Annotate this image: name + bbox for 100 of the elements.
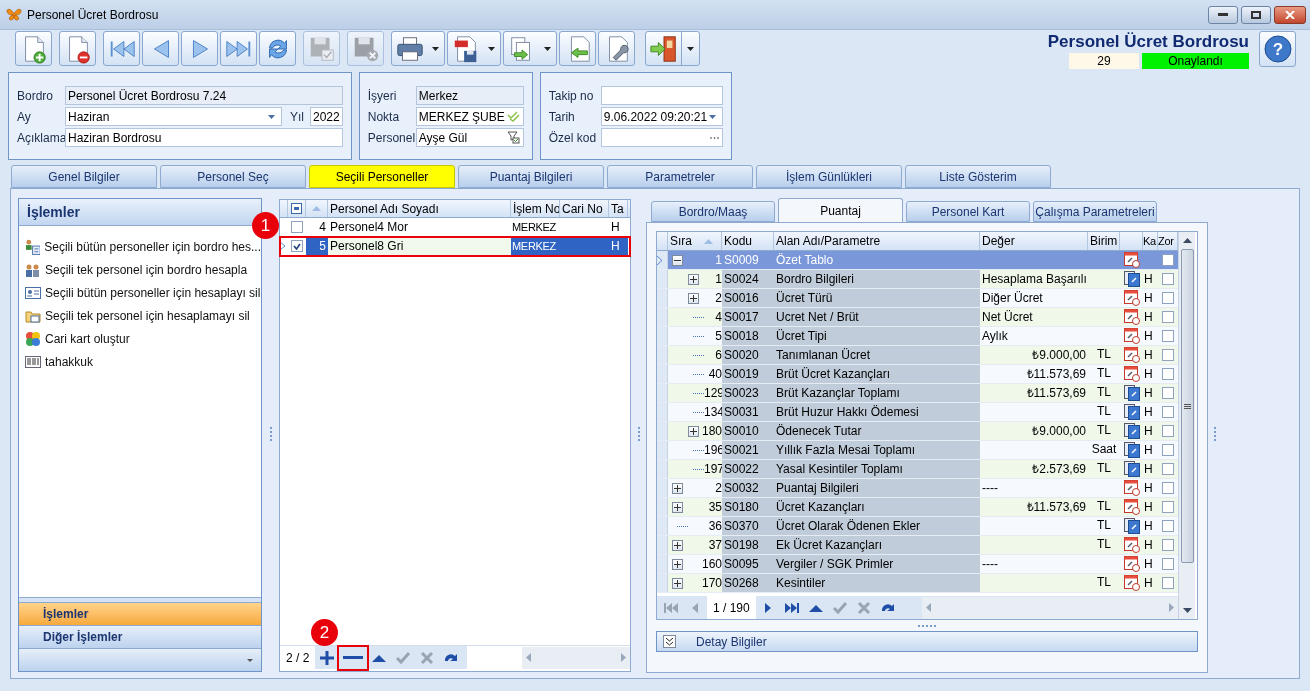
table-row[interactable]: 36 S0370 Ücret Olarak Ödenen Ekler TL H [657,517,1178,536]
expand-toggle[interactable] [688,273,699,285]
table-row[interactable]: 197 S0022 Yasal Kesintiler Toplamı ₺2.573,69 TL H [657,460,1178,479]
horizontal-scrollbar[interactable] [922,596,1178,619]
checkbox[interactable] [1162,444,1174,456]
tab[interactable]: Personel Kart [906,201,1030,222]
column-header[interactable]: Sıra [668,232,722,250]
action-item[interactable]: tahakkuk [19,350,261,373]
column-header[interactable]: Personel Adı Soyadı [328,200,511,217]
input-field[interactable] [600,128,724,147]
expand-toggle[interactable] [672,539,683,551]
action-item[interactable]: Seçili tek personel için bordro hesapla [19,258,261,281]
checkbox[interactable] [1162,520,1174,532]
table-row[interactable]: 6 S0020 Tanımlanan Ücret ₺9.000,00 TL H [657,346,1178,365]
restore-button[interactable] [1241,5,1271,24]
tab[interactable]: Genel Bilgiler [11,165,157,188]
checkbox[interactable] [291,221,303,233]
table-row[interactable]: 5 S0018 Ücret Tipi Aylık H [657,327,1178,346]
select-all-icon[interactable] [291,203,302,214]
first-button[interactable] [103,31,140,66]
pdf-button[interactable] [447,31,501,66]
overflow-button[interactable] [19,648,261,671]
close-button[interactable] [1274,5,1306,24]
tab[interactable]: Personel Seç [160,165,306,188]
collapse-toggle[interactable] [672,254,683,266]
input-field[interactable]: Ayşe Gül [415,128,524,147]
last-button[interactable] [220,31,257,66]
checkbox[interactable] [1162,482,1174,494]
checkbox[interactable] [1162,311,1174,323]
checkbox[interactable] [1162,539,1174,551]
input-field[interactable]: MERKEZ ŞUBE [415,107,524,126]
checkbox[interactable] [1162,558,1174,570]
export-button[interactable] [503,31,557,66]
checkbox[interactable] [1162,406,1174,418]
table-row[interactable]: 2 S0032 Puantaj Bilgileri ---- H [657,479,1178,498]
new-button[interactable] [15,31,52,66]
tab[interactable]: Puantaj [778,198,903,222]
action-item[interactable]: Seçili bütün personeller için hesaplayı sil [19,281,261,304]
table-row[interactable]: 160 S0095 Vergiler / SGK Primler ---- H [657,555,1178,574]
table-row[interactable]: 4 Personel4 Mor MERKEZ H [280,218,630,237]
checkbox[interactable] [1162,368,1174,380]
tab[interactable]: Bordro/Maaş [651,201,775,222]
column-header[interactable]: Birim [1088,232,1120,250]
import-button[interactable] [559,31,596,66]
table-row[interactable]: 1 S0024 Bordro Bilgileri Hesaplama Başarılı H [657,270,1178,289]
expand-toggle[interactable] [688,425,699,437]
column-header[interactable]: Değer [980,232,1088,250]
dropdown-field[interactable]: 9.06.2022 09:20:21 [600,107,724,126]
checkbox[interactable] [1162,349,1174,361]
checkbox[interactable] [1162,387,1174,399]
checkbox[interactable] [1162,330,1174,342]
remove-button[interactable] [339,646,368,669]
tab[interactable]: Puantaj Bilgileri [458,165,604,188]
print-button[interactable] [391,31,445,66]
tab[interactable]: Çalışma Parametreleri [1033,201,1157,222]
checkbox[interactable] [1162,292,1174,304]
exit-button[interactable] [645,31,700,66]
prev-button[interactable] [142,31,179,66]
checkbox[interactable] [1162,463,1174,475]
column-header[interactable]: Cari No [560,200,609,217]
action-item[interactable]: Cari kart oluştur [19,327,261,350]
table-row[interactable]: 180 S0010 Ödenecek Tutar ₺9.000,00 TL H [657,422,1178,441]
sort-arrow-icon[interactable] [312,206,321,211]
checkbox[interactable] [1162,425,1174,437]
column-header[interactable]: Kodu [722,232,774,250]
delete-button[interactable] [59,31,96,66]
dropdown-field[interactable]: Haziran [65,107,282,126]
input-field[interactable] [600,86,724,105]
table-row[interactable]: 37 S0198 Ek Ücret Kazançları TL H [657,536,1178,555]
vertical-scrollbar[interactable] [1178,232,1195,619]
tab[interactable]: Seçili Personeller [309,165,455,188]
tab[interactable]: Parametreler [607,165,753,188]
horizontal-scrollbar[interactable] [522,646,630,669]
nav-bar-button[interactable]: Diğer İşlemler [19,625,261,648]
tools-button[interactable] [598,31,635,66]
column-header[interactable]: Ta [609,200,628,217]
input-field[interactable]: Personel Ücret Bordrosu 7.24 [65,86,343,105]
checkbox[interactable] [1162,254,1174,266]
expand-toggle[interactable] [672,501,683,513]
scroll-thumb[interactable] [1180,249,1194,563]
table-row[interactable]: 134 S0031 Brüt Huzur Hakkı Ödemesi TL H [657,403,1178,422]
minimize-button[interactable] [1208,5,1238,24]
table-row[interactable]: 35 S0180 Ücret Kazançları ₺11.573,69 TL H [657,498,1178,517]
table-row[interactable]: 2 S0016 Ücret Türü Diğer Ücret H [657,289,1178,308]
nav-bar-button[interactable]: İşlemler [19,602,261,625]
expand-toggle[interactable] [672,577,683,589]
tab[interactable]: Liste Gösterim [905,165,1051,188]
expand-toggle[interactable] [672,558,683,570]
expand-toggle[interactable] [672,482,683,494]
checkbox[interactable] [291,240,303,252]
table-row[interactable]: 4 S0017 Ucret Net / Brüt Net Ücret H [657,308,1178,327]
table-row[interactable]: 170 S0268 Kesintiler TL H [657,574,1178,593]
column-header[interactable]: Ka [1143,232,1158,250]
input-field[interactable]: Merkez [415,86,524,105]
input-field[interactable]: 2022 [310,107,343,126]
collapsible-bar[interactable]: Detay Bilgiler [656,631,1198,652]
table-row[interactable]: 5 Personel8 Gri MERKEZ H [280,237,630,256]
column-header[interactable]: İşlem No [511,200,560,217]
checkbox[interactable] [1162,273,1174,285]
checkbox[interactable] [1162,501,1174,513]
